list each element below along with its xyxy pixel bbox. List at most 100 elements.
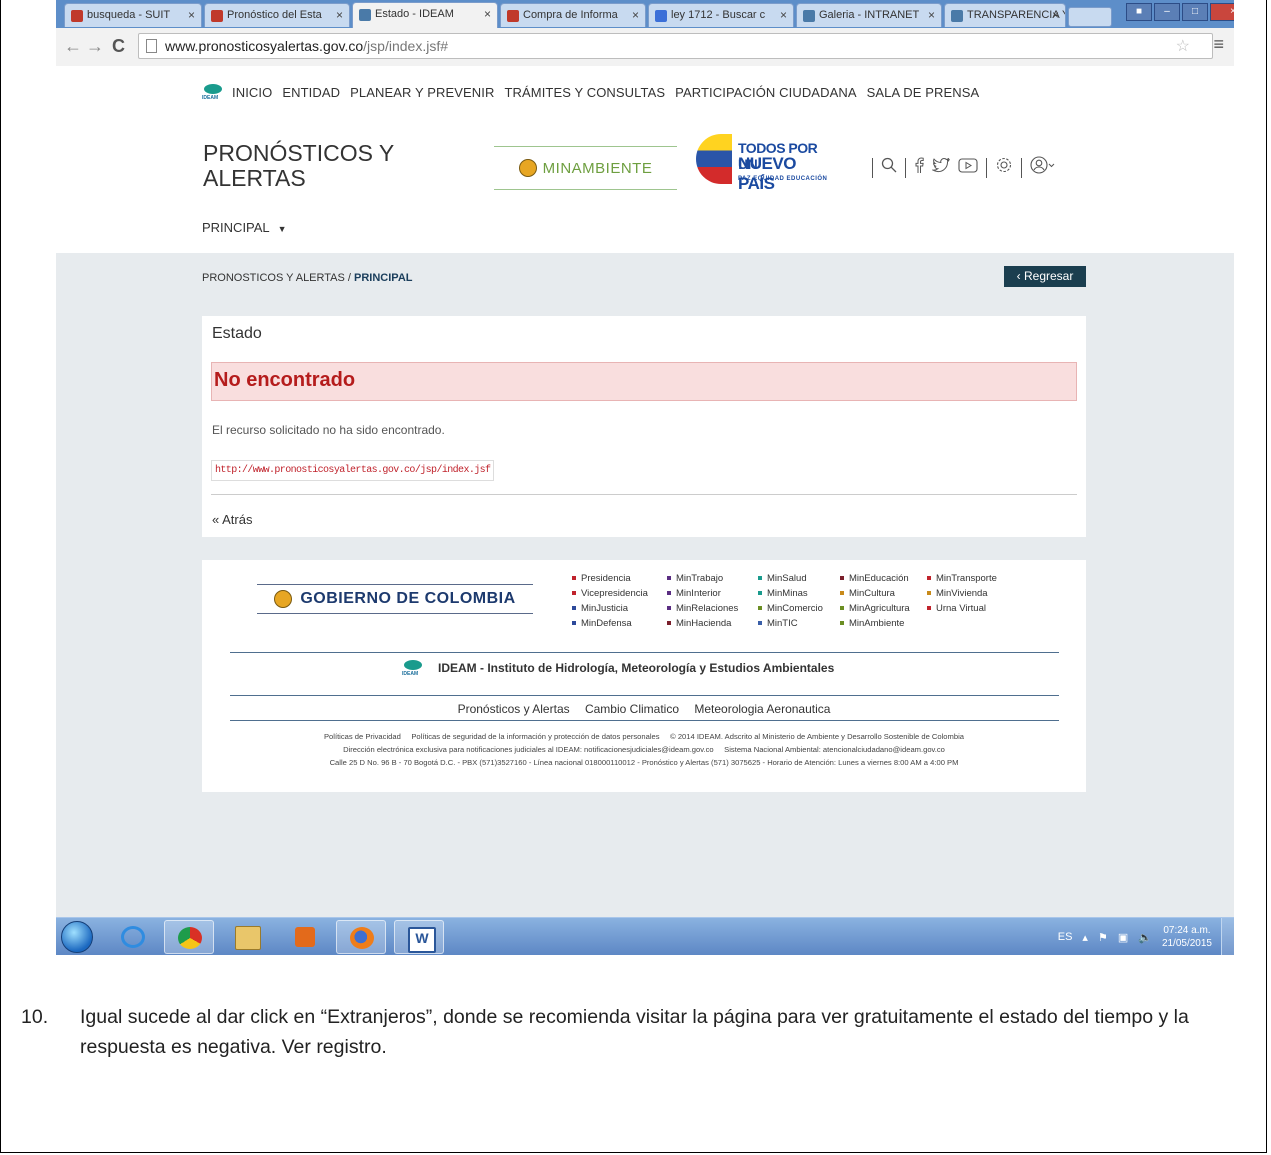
accessibility-gear-icon[interactable] [995, 156, 1013, 179]
nav-entidad[interactable]: ENTIDAD [282, 85, 340, 100]
file-explorer-icon[interactable] [222, 920, 272, 954]
ministry-link[interactable]: Urna Virtual [927, 601, 1047, 616]
nav-tramites[interactable]: TRÁMITES Y CONSULTAS [504, 85, 665, 100]
search-icon[interactable] [881, 157, 897, 178]
browser-tab[interactable]: Pronóstico del Esta × [204, 3, 350, 27]
browser-tab[interactable]: Galeria - INTRANET × [796, 3, 942, 27]
regresar-label: Regresar [1023, 269, 1074, 283]
maximize-button[interactable]: □ [1182, 3, 1208, 21]
language-indicator[interactable]: ES [1058, 931, 1073, 943]
gobierno-logo[interactable]: GOBIERNO DE COLOMBIA [257, 584, 533, 614]
close-icon[interactable]: × [484, 7, 491, 21]
browser-toolbar: ← → C www.pronosticosyalertas.gov.co/jsp… [56, 28, 1234, 67]
footer-legal-line3: Calle 25 D No. 96 B - 70 Bogotá D.C. - P… [329, 758, 959, 767]
ministry-name: MinSalud [767, 573, 807, 584]
caption-text: Igual sucede al dar click en “Extranjero… [80, 1006, 1189, 1058]
chevron-left-icon: ‹ [1016, 269, 1021, 283]
close-icon[interactable]: × [780, 8, 787, 22]
site-header: IDEAM INICIO ENTIDAD PLANEAR Y PREVENIR … [56, 66, 1234, 253]
nav-participacion[interactable]: PARTICIPACIÓN CIUDADANA [675, 85, 856, 100]
page-icon [146, 39, 157, 53]
breadcrumb-parent[interactable]: PRONOSTICOS Y ALERTAS [202, 272, 345, 284]
ministry-link[interactable]: MinVivienda [927, 586, 1047, 601]
word-icon[interactable]: W [394, 920, 444, 954]
principal-menu[interactable]: PRINCIPAL ▼ [202, 220, 287, 235]
new-tab-button[interactable] [1068, 7, 1112, 27]
flag-icon[interactable]: ⚑ [1098, 931, 1108, 944]
windows-start-icon[interactable] [61, 921, 93, 953]
minimize-button[interactable]: – [1154, 3, 1180, 21]
chevron-up-icon[interactable]: ▴ [1082, 931, 1088, 944]
close-icon[interactable]: × [188, 8, 195, 22]
regresar-button[interactable]: ‹ Regresar [1004, 266, 1086, 287]
site-title[interactable]: PRONÓSTICOS Y ALERTAS [203, 141, 463, 191]
ministry-name: MinTransporte [936, 573, 997, 584]
ministry-name: MinHacienda [676, 618, 732, 629]
user-account-icon[interactable] [1030, 156, 1056, 179]
ministry-name: MinAgricultura [849, 603, 910, 614]
bullet-square-icon [758, 621, 762, 626]
ministry-name: MinComercio [767, 603, 823, 614]
browser-tab[interactable]: ley 1712 - Buscar c × [648, 3, 794, 27]
twitter-icon[interactable] [931, 157, 951, 178]
nav-planear[interactable]: PLANEAR Y PREVENIR [350, 85, 494, 100]
nav-inicio[interactable]: INICIO [232, 85, 272, 100]
nav-sala-prensa[interactable]: SALA DE PRENSA [867, 85, 980, 100]
windows-taskbar: W ES ▴ ⚑ ▣ 🔈 07:24 a.m. 21/05/2015 [56, 917, 1234, 955]
address-bar[interactable]: www.pronosticosyalertas.gov.co/jsp/index… [138, 33, 1213, 59]
bullet-square-icon [572, 591, 576, 596]
tab-title: Compra de Informa [523, 9, 618, 21]
bullet-square-icon [927, 606, 931, 611]
footer-link-meteorologia[interactable]: Meteorologia Aeronautica [694, 702, 830, 716]
forward-arrow-icon[interactable]: → [86, 36, 104, 57]
ministry-name: MinVivienda [936, 588, 988, 599]
atras-link[interactable]: « Atrás [212, 512, 252, 527]
close-icon[interactable]: × [336, 8, 343, 22]
ministry-link[interactable]: MinTransporte [927, 571, 1047, 586]
clock[interactable]: 07:24 a.m. 21/05/2015 [1162, 924, 1212, 950]
ministry-name: MinAmbiente [849, 618, 905, 629]
media-player-icon[interactable] [280, 920, 330, 954]
ministries-column: MinTransporte MinVivienda Urna Virtual [927, 571, 1047, 616]
firefox-icon[interactable] [336, 920, 386, 954]
internet-explorer-icon[interactable] [108, 920, 158, 954]
ministry-name: MinDefensa [581, 618, 632, 629]
ministry-link[interactable]: MinAmbiente [840, 616, 960, 631]
youtube-icon[interactable] [958, 157, 978, 178]
ministry-name: MinCultura [849, 588, 895, 599]
browser-tab-active[interactable]: Estado - IDEAM × [352, 2, 498, 28]
bullet-square-icon [840, 576, 844, 581]
close-icon[interactable]: × [1052, 8, 1059, 22]
user-icon[interactable]: ■ [1126, 3, 1152, 21]
network-icon[interactable]: ▣ [1118, 931, 1128, 944]
reload-icon[interactable]: C [112, 36, 125, 57]
browser-tab[interactable]: Compra de Informa × [500, 3, 646, 27]
hamburger-menu-icon[interactable]: ≡ [1213, 34, 1224, 55]
suit-favicon-icon [71, 10, 83, 22]
clock-date: 21/05/2015 [1161, 938, 1212, 949]
ideam-name: IDEAM - Instituto de Hidrología, Meteoro… [438, 661, 835, 675]
close-icon[interactable]: × [632, 8, 639, 22]
facebook-icon[interactable] [914, 157, 924, 178]
bullet-square-icon [572, 621, 576, 626]
browser-tab[interactable]: busqueda - SUIT × [64, 3, 202, 27]
ideam-logo[interactable]: IDEAM [202, 82, 224, 102]
gobierno-label: GOBIERNO DE COLOMBIA [300, 590, 516, 607]
bookmark-star-icon[interactable]: ☆ [1176, 36, 1190, 56]
footer-link-pronosticos[interactable]: Pronósticos y Alertas [458, 702, 570, 716]
bullet-square-icon [840, 591, 844, 596]
browser-tab[interactable]: TRANSPARENCIA Y × [944, 3, 1066, 27]
minambiente-logo[interactable]: MINAMBIENTE [494, 146, 677, 190]
show-desktop-button[interactable] [1221, 918, 1234, 955]
top-navigation: IDEAM INICIO ENTIDAD PLANEAR Y PREVENIR … [202, 82, 981, 102]
caret-down-icon: ▼ [277, 224, 287, 234]
footer-link-cambio-climatico[interactable]: Cambio Climatico [585, 702, 679, 716]
close-window-button[interactable]: × [1210, 3, 1234, 21]
divider [230, 695, 1059, 696]
back-arrow-icon[interactable]: ← [64, 36, 82, 57]
chrome-icon[interactable] [164, 920, 214, 954]
ministry-name: Presidencia [581, 573, 631, 584]
close-icon[interactable]: × [928, 8, 935, 22]
card-heading: Estado [212, 325, 262, 342]
volume-icon[interactable]: 🔈 [1138, 931, 1152, 944]
